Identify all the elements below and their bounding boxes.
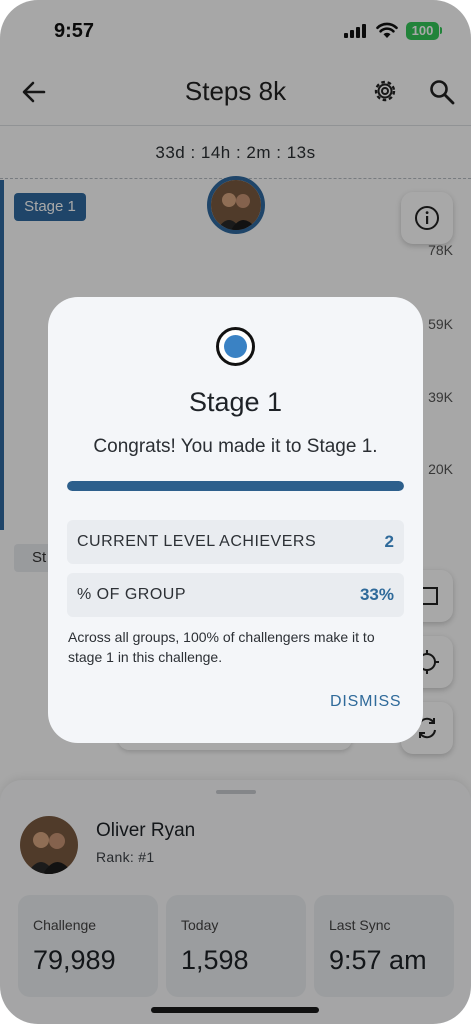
current-level-achievers-row: CURRENT LEVEL ACHIEVERS 2	[67, 520, 404, 564]
row-label: % OF GROUP	[77, 586, 187, 603]
percent-of-group-row: % OF GROUP 33%	[67, 573, 404, 617]
stage-progress-bar	[67, 481, 404, 491]
dialog-title: Stage 1	[188, 387, 283, 417]
dialog-note: Across all groups, 100% of challengers m…	[68, 629, 375, 665]
row-value: 33%	[359, 585, 394, 604]
dialog-message: Congrats! You made it to Stage 1.	[93, 436, 378, 457]
app-screen: 9:57 100 Steps 8k 33d : 14h : 2m : 13s S…	[0, 0, 471, 1024]
stage-progress-fill	[67, 481, 404, 491]
row-label: CURRENT LEVEL ACHIEVERS	[77, 533, 317, 550]
stage-marker-icon	[216, 327, 255, 366]
dismiss-button[interactable]: DISMISS	[330, 693, 401, 711]
stage-achievement-dialog: Stage 1 Congrats! You made it to Stage 1…	[48, 297, 423, 743]
home-indicator	[151, 1007, 319, 1013]
row-value: 2	[384, 532, 394, 551]
